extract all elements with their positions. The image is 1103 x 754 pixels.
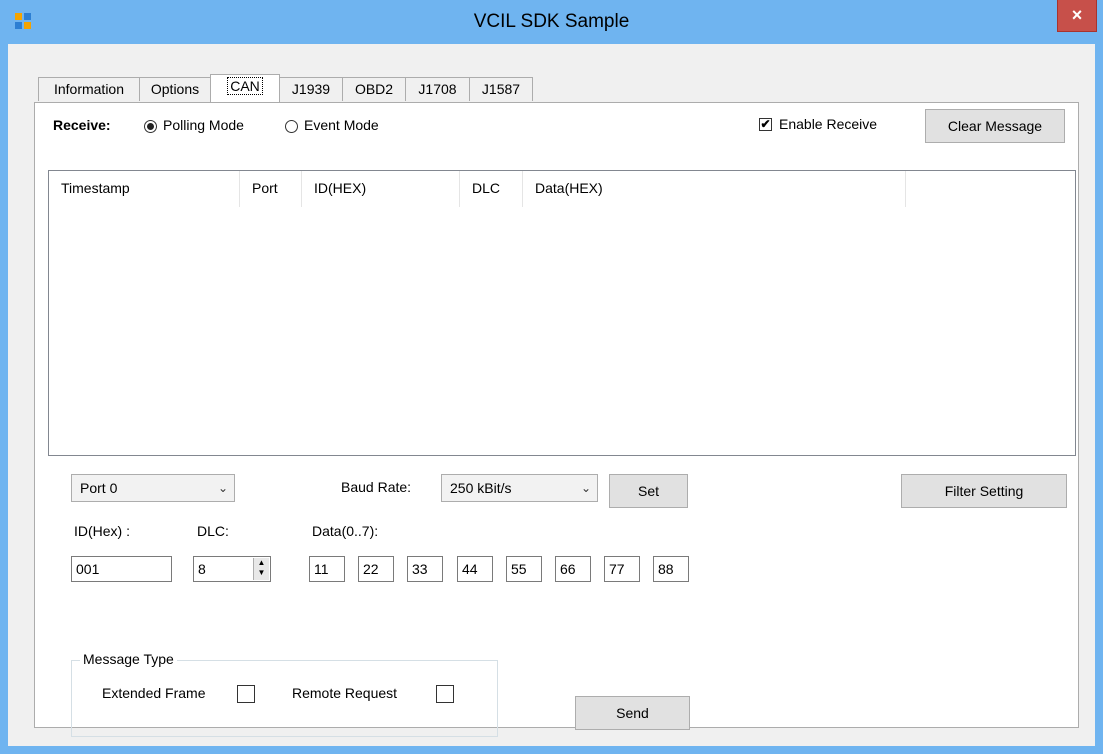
- filter-setting-button[interactable]: Filter Setting: [901, 474, 1067, 508]
- tab-options[interactable]: Options: [139, 77, 211, 101]
- polling-mode-label: Polling Mode: [163, 117, 244, 133]
- data-byte-3[interactable]: 44: [457, 556, 493, 582]
- spin-arrows-icon[interactable]: ▲ ▼: [253, 558, 269, 580]
- close-icon: ×: [1071, 5, 1083, 25]
- dlc-label: DLC:: [197, 523, 229, 539]
- col-timestamp[interactable]: Timestamp: [49, 171, 240, 207]
- message-list[interactable]: Timestamp Port ID(HEX) DLC Data(HEX): [48, 170, 1076, 456]
- remote-request-label: Remote Request: [292, 685, 398, 701]
- tab-can[interactable]: CAN: [210, 74, 280, 102]
- set-baud-button[interactable]: Set: [609, 474, 688, 508]
- clear-message-button[interactable]: Clear Message: [925, 109, 1065, 143]
- close-button[interactable]: ×: [1057, 0, 1097, 32]
- message-type-title: Message Type: [80, 651, 177, 667]
- id-hex-input[interactable]: 001: [71, 556, 172, 582]
- data-byte-5[interactable]: 66: [555, 556, 591, 582]
- event-mode-label: Event Mode: [304, 117, 379, 133]
- col-extra[interactable]: [906, 171, 1075, 207]
- dlc-stepper[interactable]: 8 ▲ ▼: [193, 556, 271, 582]
- enable-receive-checkbox[interactable]: ✔: [759, 118, 772, 131]
- receive-label: Receive:: [53, 117, 111, 133]
- data-byte-2[interactable]: 33: [407, 556, 443, 582]
- data-label: Data(0..7):: [312, 523, 379, 539]
- list-header: Timestamp Port ID(HEX) DLC Data(HEX): [49, 171, 1075, 207]
- data-byte-4[interactable]: 55: [506, 556, 542, 582]
- extended-frame-checkbox[interactable]: [237, 685, 255, 703]
- event-mode-radio[interactable]: [285, 120, 298, 133]
- col-data-hex[interactable]: Data(HEX): [523, 171, 906, 207]
- enable-receive-label: Enable Receive: [779, 116, 878, 132]
- data-byte-1[interactable]: 22: [358, 556, 394, 582]
- tab-obd2[interactable]: OBD2: [342, 77, 406, 101]
- baud-rate-label: Baud Rate:: [341, 479, 412, 495]
- send-button[interactable]: Send: [575, 696, 690, 730]
- chevron-down-icon: ⌄: [580, 481, 591, 495]
- title-bar[interactable]: VCIL SDK Sample ×: [0, 0, 1103, 44]
- app-window: VCIL SDK Sample × Information Options CA…: [0, 0, 1103, 754]
- polling-mode-radio[interactable]: [144, 120, 157, 133]
- id-hex-label: ID(Hex) :: [74, 523, 130, 539]
- col-id-hex[interactable]: ID(HEX): [302, 171, 460, 207]
- client-area: Information Options CAN J1939 OBD2 J1708…: [8, 44, 1095, 746]
- tab-j1708[interactable]: J1708: [405, 77, 470, 101]
- data-byte-6[interactable]: 77: [604, 556, 640, 582]
- data-byte-7[interactable]: 88: [653, 556, 689, 582]
- message-type-group: Message Type Extended Frame Remote Reque…: [71, 651, 498, 737]
- extended-frame-label: Extended Frame: [102, 685, 206, 701]
- port-select[interactable]: Port 0 ⌄: [71, 474, 235, 502]
- tab-information[interactable]: Information: [38, 77, 140, 101]
- chevron-down-icon: ⌄: [217, 481, 228, 495]
- tab-j1939[interactable]: J1939: [279, 77, 343, 101]
- col-dlc[interactable]: DLC: [460, 171, 523, 207]
- data-byte-0[interactable]: 11: [309, 556, 345, 582]
- window-title: VCIL SDK Sample: [473, 11, 630, 32]
- col-port[interactable]: Port: [240, 171, 302, 207]
- remote-request-checkbox[interactable]: [436, 685, 454, 703]
- tab-j1587[interactable]: J1587: [469, 77, 533, 101]
- baud-rate-select[interactable]: 250 kBit/s ⌄: [441, 474, 598, 502]
- can-tab-page: Receive: Polling Mode Event Mode ✔ Enabl…: [34, 102, 1079, 737]
